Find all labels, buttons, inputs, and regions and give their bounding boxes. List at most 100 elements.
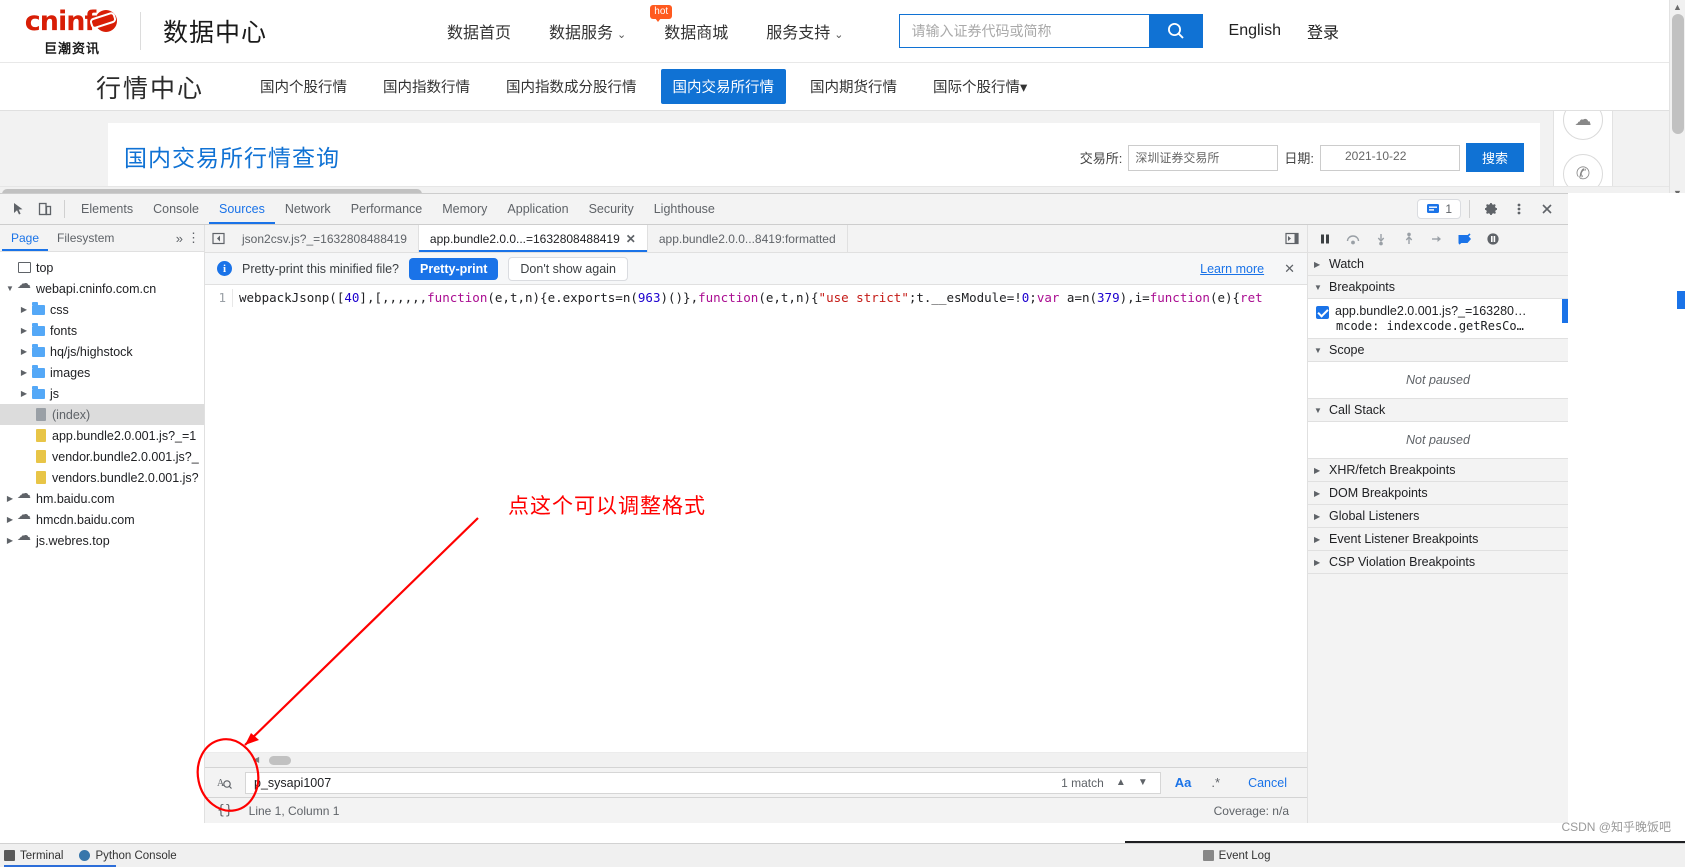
query-search-button[interactable]: 搜索: [1465, 143, 1524, 172]
tree-item-images[interactable]: ▶ images: [0, 362, 204, 383]
learn-more-link[interactable]: Learn more: [1200, 262, 1264, 276]
taskbar-item-python-console[interactable]: Python Console: [79, 850, 177, 862]
issues-button[interactable]: 1: [1417, 199, 1461, 219]
subnav-index-constituents[interactable]: 国内指数成分股行情: [494, 69, 649, 104]
subnav-international-stocks[interactable]: 国际个股行情▾: [921, 69, 1039, 104]
search-button[interactable]: [1148, 14, 1203, 48]
scroll-left-arrow-icon[interactable]: ◀: [253, 755, 259, 764]
step-into-button[interactable]: [1368, 227, 1394, 251]
devtools-tab-console[interactable]: Console: [143, 194, 209, 224]
pretty-print-button[interactable]: Pretty-print: [409, 257, 499, 280]
step-button[interactable]: [1424, 227, 1450, 251]
breakpoint-item[interactable]: app.bundle2.0.001.js?_=163280…: [1308, 302, 1568, 319]
debugger-section-dom-breakpoints[interactable]: ▶ DOM Breakpoints: [1308, 482, 1568, 505]
tree-item-highstock[interactable]: ▶ hq/js/highstock: [0, 341, 204, 362]
gear-icon[interactable]: [1478, 196, 1504, 222]
debugger-section-event-listener-breakpoints[interactable]: ▶ Event Listener Breakpoints: [1308, 528, 1568, 551]
code-horizontal-scrollbar[interactable]: ◀: [205, 752, 1307, 767]
tree-item-vendor-bundle[interactable]: vendor.bundle2.0.001.js?_: [0, 446, 204, 467]
date-input[interactable]: 2021-10-22: [1319, 144, 1460, 171]
tree-item-fonts[interactable]: ▶ fonts: [0, 320, 204, 341]
scroll-up-arrow-icon[interactable]: ▲: [1673, 2, 1682, 12]
debugger-section-call-stack[interactable]: ▼ Call Stack: [1308, 399, 1568, 422]
format-braces-button[interactable]: {}: [211, 803, 239, 818]
collapse-triangle-icon[interactable]: ▼: [4, 284, 16, 293]
search-input-wrap[interactable]: 1 match ▲ ▼: [245, 771, 1161, 794]
tree-item-index[interactable]: (index): [0, 404, 204, 425]
show-navigator-icon[interactable]: [1277, 225, 1307, 252]
more-vertical-icon[interactable]: [1506, 196, 1532, 222]
navigator-tab-page[interactable]: Page: [2, 225, 48, 251]
chevron-up-icon[interactable]: ▲: [1110, 777, 1132, 788]
inspect-element-icon[interactable]: [6, 196, 32, 222]
exchange-select[interactable]: 深圳证券交易所: [1128, 144, 1279, 171]
debugger-section-breakpoints[interactable]: ▼ Breakpoints: [1308, 276, 1568, 299]
tab-navigate-left-icon[interactable]: [205, 225, 231, 252]
tree-item-app-bundle[interactable]: app.bundle2.0.001.js?_=1: [0, 425, 204, 446]
devtools-tab-security[interactable]: Security: [579, 194, 644, 224]
tree-item-webapi-cninfo[interactable]: ▼ webapi.cninfo.com.cn: [0, 275, 204, 299]
english-link[interactable]: English: [1229, 22, 1281, 40]
search-input[interactable]: [898, 14, 1149, 48]
expand-triangle-icon[interactable]: ▶: [18, 347, 30, 356]
search-in-file-icon[interactable]: A: [211, 775, 237, 790]
subnav-domestic-stocks[interactable]: 国内个股行情: [248, 69, 359, 104]
dont-show-again-button[interactable]: Don't show again: [508, 256, 628, 281]
chevron-down-icon[interactable]: ▼: [1132, 777, 1154, 788]
taskbar-item-terminal[interactable]: Terminal: [4, 850, 63, 862]
chevron-double-right-icon[interactable]: »: [176, 231, 183, 246]
file-tab-app-bundle[interactable]: app.bundle2.0.0...=1632808488419 ✕: [418, 225, 648, 252]
login-link[interactable]: 登录: [1307, 19, 1339, 43]
nav-item-data-mall[interactable]: hot 数据商城: [650, 5, 728, 43]
close-icon[interactable]: ✕: [1274, 261, 1295, 277]
code-scroll-thumb[interactable]: [269, 756, 291, 765]
debugger-section-global-listeners[interactable]: ▶ Global Listeners: [1308, 505, 1568, 528]
deactivate-breakpoints-button[interactable]: [1452, 227, 1478, 251]
debugger-section-xhr-breakpoints[interactable]: ▶ XHR/fetch Breakpoints: [1308, 459, 1568, 482]
devtools-tab-memory[interactable]: Memory: [432, 194, 497, 224]
devtools-tab-application[interactable]: Application: [497, 194, 578, 224]
subnav-domestic-futures[interactable]: 国内期货行情: [798, 69, 909, 104]
cninfo-logo[interactable]: cninf 巨潮资讯: [18, 6, 126, 57]
cancel-search-button[interactable]: Cancel: [1234, 776, 1301, 790]
editor-search-input[interactable]: [252, 774, 1062, 791]
regex-button[interactable]: .*: [1205, 775, 1226, 790]
expand-triangle-icon[interactable]: ▶: [18, 305, 30, 314]
debugger-section-watch[interactable]: ▶ Watch: [1308, 253, 1568, 276]
tree-item-js-webres[interactable]: ▶ js.webres.top: [0, 527, 204, 551]
code-viewer[interactable]: 1 webpackJsonp([40],[,,,,,,function(e,t,…: [205, 285, 1307, 767]
devtools-tab-sources[interactable]: Sources: [209, 194, 275, 224]
expand-triangle-icon[interactable]: ▶: [18, 326, 30, 335]
more-vertical-icon[interactable]: ⋮: [187, 230, 200, 246]
page-vertical-scrollbar[interactable]: ▲ ▼: [1669, 0, 1685, 200]
breakpoint-checkbox[interactable]: [1316, 306, 1329, 319]
file-tab-app-bundle-formatted[interactable]: app.bundle2.0.0...8419:formatted: [648, 225, 848, 252]
subnav-domestic-exchange[interactable]: 国内交易所行情: [660, 69, 787, 104]
nav-item-support[interactable]: 服务支持 ⌄: [766, 19, 843, 43]
taskbar-item-event-log[interactable]: Event Log: [1202, 850, 1270, 862]
devtools-tab-elements[interactable]: Elements: [71, 194, 143, 224]
navigator-tab-filesystem[interactable]: Filesystem: [48, 225, 123, 251]
expand-triangle-icon[interactable]: ▶: [18, 389, 30, 398]
pause-script-button[interactable]: [1312, 227, 1338, 251]
devtools-tab-performance[interactable]: Performance: [341, 194, 433, 224]
code-content[interactable]: webpackJsonp([40],[,,,,,,function(e,t,n)…: [233, 289, 1263, 307]
devtools-tab-lighthouse[interactable]: Lighthouse: [644, 194, 725, 224]
tree-item-css[interactable]: ▶ css: [0, 299, 204, 320]
nav-item-data-home[interactable]: 数据首页: [447, 19, 511, 43]
expand-triangle-icon[interactable]: ▶: [18, 368, 30, 377]
match-case-button[interactable]: Aa: [1169, 775, 1198, 790]
debugger-section-csp-violation-breakpoints[interactable]: ▶ CSP Violation Breakpoints: [1308, 551, 1568, 574]
step-out-button[interactable]: [1396, 227, 1422, 251]
expand-triangle-icon[interactable]: ▶: [4, 494, 16, 503]
user-icon[interactable]: ☁: [1563, 111, 1603, 140]
debugger-section-scope[interactable]: ▼ Scope: [1308, 339, 1568, 362]
subnav-domestic-index[interactable]: 国内指数行情: [371, 69, 482, 104]
close-icon[interactable]: ✕: [626, 232, 636, 246]
nav-item-data-service[interactable]: 数据服务 ⌄: [549, 19, 626, 43]
expand-triangle-icon[interactable]: ▶: [4, 536, 16, 545]
pause-on-exceptions-button[interactable]: [1480, 227, 1506, 251]
expand-triangle-icon[interactable]: ▶: [4, 515, 16, 524]
close-icon[interactable]: [1534, 196, 1560, 222]
device-toolbar-icon[interactable]: [32, 196, 58, 222]
